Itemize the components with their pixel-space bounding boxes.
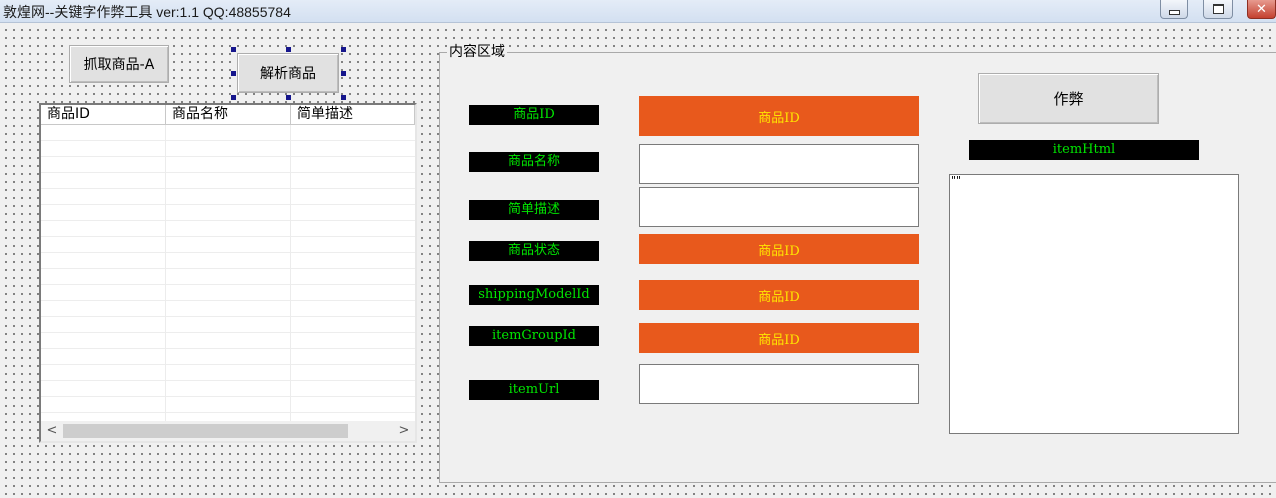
title-bar: 敦煌网--关键字作弊工具 ver:1.1 QQ:48855784 ✕: [0, 0, 1276, 23]
label-item-url: itemUrl: [469, 380, 599, 400]
minimize-button[interactable]: [1160, 0, 1188, 19]
close-icon: ✕: [1256, 1, 1267, 17]
list-body[interactable]: [41, 125, 415, 421]
maximize-icon: [1212, 4, 1224, 14]
label-product-status: 商品状态: [469, 241, 599, 261]
value-shipping-model-id[interactable]: 商品ID: [639, 280, 919, 310]
item-html-textarea[interactable]: "": [949, 174, 1239, 434]
selection-handle[interactable]: [231, 71, 236, 76]
column-header-description[interactable]: 简单描述: [291, 105, 415, 125]
value-product-status[interactable]: 商品ID: [639, 234, 919, 264]
label-product-name: 商品名称: [469, 152, 599, 172]
label-item-html: itemHtml: [969, 140, 1199, 160]
label-item-group-id: itemGroupId: [469, 326, 599, 346]
cheat-button[interactable]: 作弊: [978, 73, 1159, 124]
selection-handle[interactable]: [341, 71, 346, 76]
column-header-product-id[interactable]: 商品ID: [41, 105, 166, 125]
selection-handle[interactable]: [286, 47, 291, 52]
column-header-product-name[interactable]: 商品名称: [166, 105, 291, 125]
scroll-right-icon[interactable]: >: [395, 421, 413, 441]
product-list[interactable]: 商品ID 商品名称 简单描述 < >: [39, 103, 417, 443]
content-group-title: 内容区域: [447, 43, 507, 61]
horizontal-scrollbar[interactable]: < >: [41, 421, 415, 441]
value-item-group-id[interactable]: 商品ID: [639, 323, 919, 353]
label-description: 简单描述: [469, 200, 599, 220]
scroll-left-icon[interactable]: <: [43, 421, 61, 441]
list-header: 商品ID 商品名称 简单描述: [41, 105, 415, 125]
description-input[interactable]: [639, 187, 919, 227]
selection-handle[interactable]: [341, 47, 346, 52]
grab-products-button[interactable]: 抓取商品-A: [69, 45, 169, 83]
selection-handle[interactable]: [231, 95, 236, 100]
minimize-icon: [1168, 9, 1180, 15]
product-name-input[interactable]: [639, 144, 919, 184]
scroll-thumb[interactable]: [63, 424, 348, 438]
parse-products-button[interactable]: 解析商品: [237, 53, 339, 93]
label-product-id: 商品ID: [469, 105, 599, 125]
window-title: 敦煌网--关键字作弊工具 ver:1.1 QQ:48855784: [3, 4, 291, 20]
selection-handle[interactable]: [341, 95, 346, 100]
close-button[interactable]: ✕: [1247, 0, 1276, 19]
selection-handle[interactable]: [286, 95, 291, 100]
maximize-button[interactable]: [1203, 0, 1233, 19]
value-product-id[interactable]: 商品ID: [639, 96, 919, 136]
selection-handle[interactable]: [231, 47, 236, 52]
label-shipping-model-id: shippingModelId: [469, 285, 599, 305]
item-url-input[interactable]: [639, 364, 919, 404]
